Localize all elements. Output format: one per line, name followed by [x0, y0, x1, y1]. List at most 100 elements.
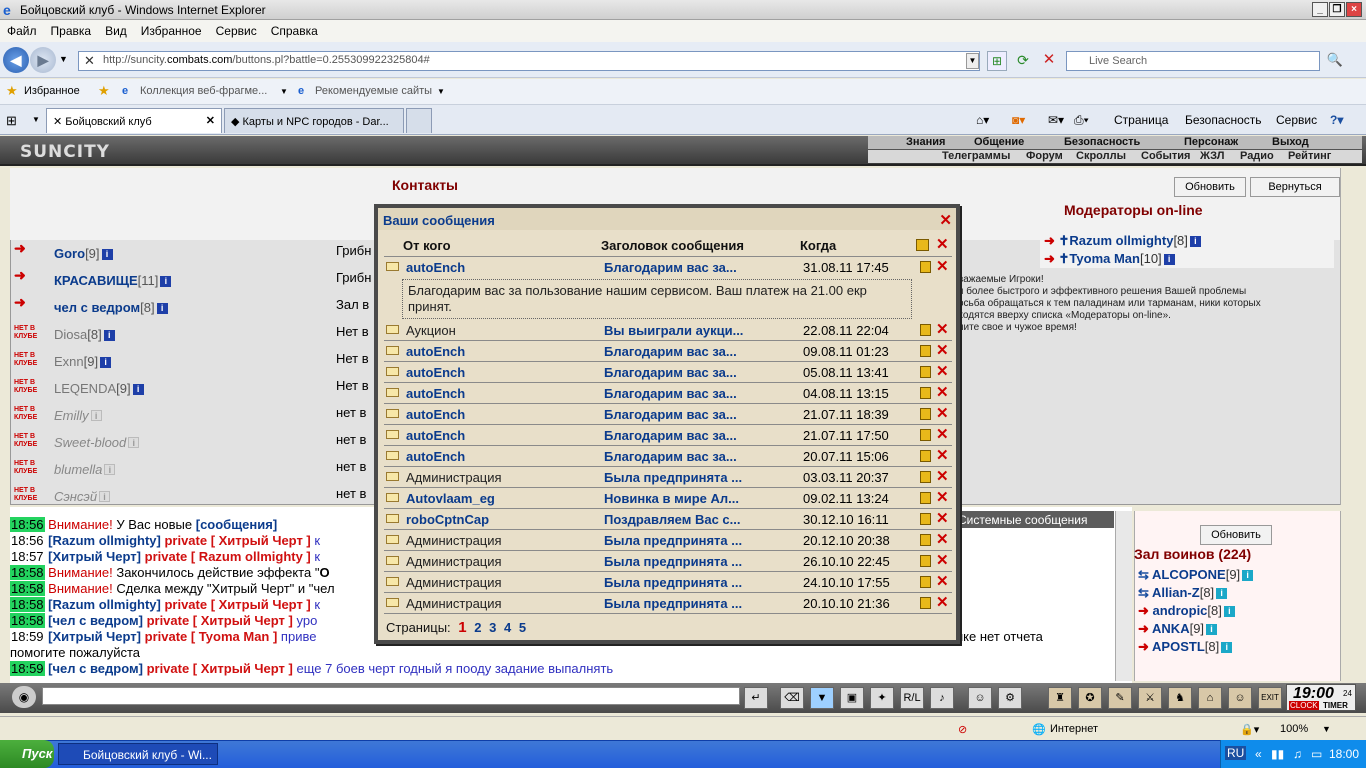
delete-icon[interactable]: ✕	[936, 509, 949, 527]
fighter-icon[interactable]: ✦	[870, 687, 894, 709]
moderator-item[interactable]: ➜ ✝Tyoma Man[10] i	[1044, 251, 1175, 267]
hall-refresh-button[interactable]: Обновить	[1200, 525, 1272, 545]
delete-icon[interactable]: ✕	[936, 530, 949, 548]
lock-icon[interactable]	[920, 366, 931, 378]
start-button[interactable]: Пуск	[0, 740, 54, 768]
zoom-level[interactable]: 100%	[1280, 723, 1308, 735]
info-icon[interactable]: i	[1206, 624, 1218, 635]
rss-icon[interactable]: ◙▾	[1012, 113, 1025, 127]
message-row[interactable]: autoEnch Благодарим вас за... 05.08.11 13:…	[384, 362, 952, 383]
menu-help[interactable]: Справка	[264, 20, 325, 38]
maximize-button[interactable]: ❐	[1329, 2, 1345, 17]
message-from[interactable]: Аукцион	[406, 323, 456, 338]
delete-icon[interactable]: ✕	[936, 257, 949, 275]
contact-name[interactable]: blumella i	[54, 462, 116, 477]
nav-forum[interactable]: Форум	[1026, 150, 1063, 162]
chat-nick[interactable]: [Хитрый Черт]	[48, 629, 141, 644]
chat-settings-icon[interactable]: ⚙	[998, 687, 1022, 709]
warrior-item[interactable]: ⇆ Allian-Z[8] i	[1138, 585, 1228, 601]
contact-row[interactable]: НЕТ В КЛУБЕ blumella i	[14, 458, 374, 485]
info-icon[interactable]: i	[1221, 642, 1233, 653]
language-indicator[interactable]: RU	[1225, 746, 1247, 760]
history-dropdown-icon[interactable]: ▼	[59, 54, 68, 64]
delete-icon[interactable]: ✕	[936, 383, 949, 401]
message-subject[interactable]: Была предпринята ...	[604, 575, 742, 590]
message-row[interactable]: Администрация Была предпринята ... 24.10.1…	[384, 572, 952, 593]
chat-text[interactable]: [сообщения]	[196, 517, 277, 532]
message-subject[interactable]: Благодарим вас за...	[604, 428, 737, 443]
page-link[interactable]: 5	[519, 620, 526, 635]
hall-scrollbar[interactable]	[1340, 511, 1356, 681]
message-from[interactable]: Администрация	[406, 533, 502, 548]
nav-rating[interactable]: Рейтинг	[1288, 150, 1331, 162]
contact-row[interactable]: ➜ КРАСАВИЩЕ[11] i	[14, 268, 374, 296]
web-slice-gallery[interactable]: Коллекция веб-фрагме...	[140, 85, 267, 97]
message-from[interactable]: roboCptnCap	[406, 512, 489, 527]
shop-icon[interactable]: ⌂	[1198, 687, 1222, 709]
lock-icon[interactable]	[920, 555, 931, 567]
message-row[interactable]: autoEnch Благодарим вас за... 21.07.11 17:…	[384, 425, 952, 446]
chat-timestamp[interactable]: 18:58	[10, 565, 45, 580]
message-from[interactable]: autoEnch	[406, 344, 465, 359]
close-tab-icon[interactable]: ✕	[206, 114, 215, 127]
message-subject[interactable]: Вы выиграли аукци...	[604, 323, 743, 338]
refresh-button[interactable]: Обновить	[1174, 177, 1246, 197]
fight-icon[interactable]: ⚔	[1138, 687, 1162, 709]
mail-icon[interactable]: ✉▾	[1048, 113, 1064, 127]
translit-icon[interactable]: R/L	[900, 687, 924, 709]
message-row[interactable]: Администрация Была предпринята ... 20.10.1…	[384, 593, 952, 614]
message-subject[interactable]: Была предпринята ...	[604, 533, 742, 548]
page-link[interactable]: 1	[458, 619, 466, 636]
message-row[interactable]: roboCptnCap Поздравляем Вас с... 30.12.10 …	[384, 509, 952, 530]
tab-maps-npc[interactable]: ◆ Карты и NPC городов - Dar...	[224, 108, 404, 133]
message-row[interactable]: autoEnch Благодарим вас за... 31.08.11 17:…	[384, 257, 952, 278]
refresh-icon[interactable]: ⟳	[1013, 51, 1033, 71]
stop-icon[interactable]: ✕	[1039, 51, 1059, 71]
chat-nick[interactable]: [Хитрый Черт]	[48, 549, 141, 564]
contact-name[interactable]: Sweet-blood i	[54, 435, 140, 450]
message-from[interactable]: autoEnch	[406, 260, 465, 275]
message-subject[interactable]: Благодарим вас за...	[604, 260, 737, 275]
contact-name[interactable]: Emilly i	[54, 408, 102, 423]
lock-icon[interactable]	[920, 408, 931, 420]
home-icon[interactable]: ⌂▾	[976, 113, 989, 127]
clear-icon[interactable]: ⌫	[780, 687, 804, 709]
message-subject[interactable]: Поздравляем Вас с...	[604, 512, 740, 527]
new-tab-button[interactable]	[406, 108, 432, 133]
chat-mode-icon[interactable]: ◉	[12, 686, 36, 708]
chat-scrollbar[interactable]	[1115, 511, 1132, 681]
info-icon[interactable]: i	[101, 249, 113, 260]
contact-row[interactable]: ➜ чел с ведром[8] i	[14, 295, 374, 323]
delete-icon[interactable]: ✕	[936, 446, 949, 464]
delete-all-icon[interactable]: ✕	[936, 235, 949, 253]
message-row[interactable]: Аукцион Вы выиграли аукци... 22.08.11 22:0…	[384, 320, 952, 341]
tray-expand-icon[interactable]: «	[1255, 747, 1262, 761]
info-icon[interactable]: i	[1223, 606, 1235, 617]
message-subject[interactable]: Благодарим вас за...	[604, 386, 737, 401]
lock-icon[interactable]	[920, 534, 931, 546]
chat-timestamp[interactable]: 18:56	[10, 533, 45, 548]
forward-button[interactable]: ▶	[30, 47, 56, 73]
friends-icon[interactable]: ☺	[1228, 687, 1252, 709]
delete-icon[interactable]: ✕	[936, 362, 949, 380]
compat-view-icon[interactable]: ⊞	[987, 51, 1007, 71]
chat-timestamp[interactable]: 18:58	[10, 597, 45, 612]
clan-icon[interactable]: ♞	[1168, 687, 1192, 709]
info-icon[interactable]: i	[99, 491, 111, 502]
info-icon[interactable]: i	[100, 357, 112, 368]
warrior-item[interactable]: ➜ APOSTL[8] i	[1138, 639, 1233, 655]
menu-file[interactable]: Файл	[0, 20, 44, 38]
lock-icon[interactable]	[920, 576, 931, 588]
volume-icon[interactable]: ♫	[1293, 747, 1302, 761]
message-subject[interactable]: Благодарим вас за...	[604, 344, 737, 359]
contacts-scrollbar[interactable]	[1340, 168, 1356, 505]
contact-row[interactable]: НЕТ В КЛУБЕ LEQENDA[9] i	[14, 377, 374, 404]
info-icon[interactable]: i	[160, 276, 172, 287]
nav-communication[interactable]: Общение	[974, 136, 1024, 148]
send-icon[interactable]: ↵	[744, 687, 768, 709]
message-subject[interactable]: Благодарим вас за...	[604, 449, 737, 464]
lock-icon[interactable]	[920, 597, 931, 609]
info-icon[interactable]: i	[156, 303, 168, 314]
lock-icon[interactable]	[920, 492, 931, 504]
message-row[interactable]: Autovlaam_eg Новинка в мире Ал... 09.02.11…	[384, 488, 952, 509]
